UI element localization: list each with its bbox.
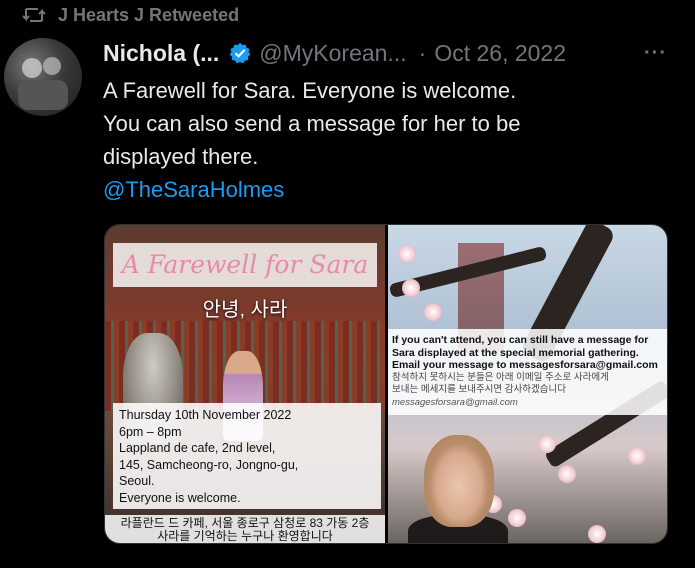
event-detail-line: Seoul. [119, 474, 155, 488]
retweet-icon [22, 8, 46, 22]
event-detail-line: Everyone is welcome. [119, 490, 241, 505]
retweet-indicator[interactable]: J Hearts J Retweeted [22, 2, 239, 28]
verified-badge-icon[interactable] [229, 42, 251, 64]
author-name[interactable]: Nichola (... [103, 40, 219, 67]
tweet-line: A Farewell for Sara. Everyone is welcome… [103, 78, 517, 103]
avatar[interactable] [4, 38, 82, 116]
blossom [628, 447, 646, 465]
tweet-line: displayed there. [103, 144, 259, 169]
blossom [588, 525, 606, 543]
blossom [424, 303, 442, 321]
poster-korean-title: 안녕, 사라 [202, 299, 288, 321]
media-image-left[interactable]: A Farewell for Sara 안녕, 사라 Thursday 10th… [105, 225, 385, 543]
avatar-photo [18, 57, 68, 110]
event-detail-line: 6pm – 8pm [119, 424, 182, 439]
message-line: Sara displayed at the special memorial g… [392, 346, 639, 359]
media-image-right[interactable]: If you can't attend, you can still have … [388, 225, 667, 543]
woman-face [424, 435, 494, 527]
blossom [402, 279, 420, 297]
retweet-label[interactable]: J Hearts J Retweeted [58, 5, 239, 26]
event-detail-line: Lappland de cafe, 2nd level, [119, 441, 276, 455]
event-details: Thursday 10th November 2022 6pm – 8pm La… [113, 403, 381, 509]
message-email: messagesforsara@gmail.com [392, 396, 518, 408]
separator-dot: · [418, 39, 427, 66]
message-info: If you can't attend, you can still have … [388, 329, 667, 415]
author-handle[interactable]: @MyKorean... [259, 40, 406, 67]
mention-link[interactable]: @TheSaraHolmes [103, 177, 284, 202]
tweet-date[interactable]: Oct 26, 2022 [434, 40, 566, 67]
message-korean-line: 참석하지 못하시는 분들은 아래 이메일 주소로 사라에게 [392, 371, 609, 383]
tweet-header: Nichola (... @MyKorean... · Oct 26, 2022 [103, 36, 566, 70]
message-line: If you can't attend, you can still have … [392, 334, 649, 346]
tweet-media[interactable]: A Farewell for Sara 안녕, 사라 Thursday 10th… [104, 224, 668, 544]
blossom [538, 435, 556, 453]
event-detail-line: Thursday 10th November 2022 [119, 408, 292, 422]
more-options-icon[interactable]: ··· [644, 42, 667, 65]
message-line: Email your message to messagesforsara@gm… [392, 359, 658, 371]
tweet-text: A Farewell for Sara. Everyone is welcome… [103, 74, 663, 206]
blossom [508, 509, 526, 527]
korean-footer: 라플란드 드 카페, 서울 종로구 삼청로 83 가동 2층 사라를 기억하는 … [105, 515, 385, 543]
blossom [398, 245, 416, 263]
korean-footer-line: 사라를 기억하는 누구나 환영합니다 [157, 529, 333, 543]
event-detail-line: 145, Samcheong-ro, Jongno-gu, [119, 457, 299, 472]
tweet-line: You can also send a message for her to b… [103, 111, 521, 136]
poster-title: A Farewell for Sara [113, 243, 377, 287]
blossom [558, 465, 576, 483]
message-korean-line: 보내는 메세지를 보내주시면 감사하겠습니다 [392, 384, 566, 395]
